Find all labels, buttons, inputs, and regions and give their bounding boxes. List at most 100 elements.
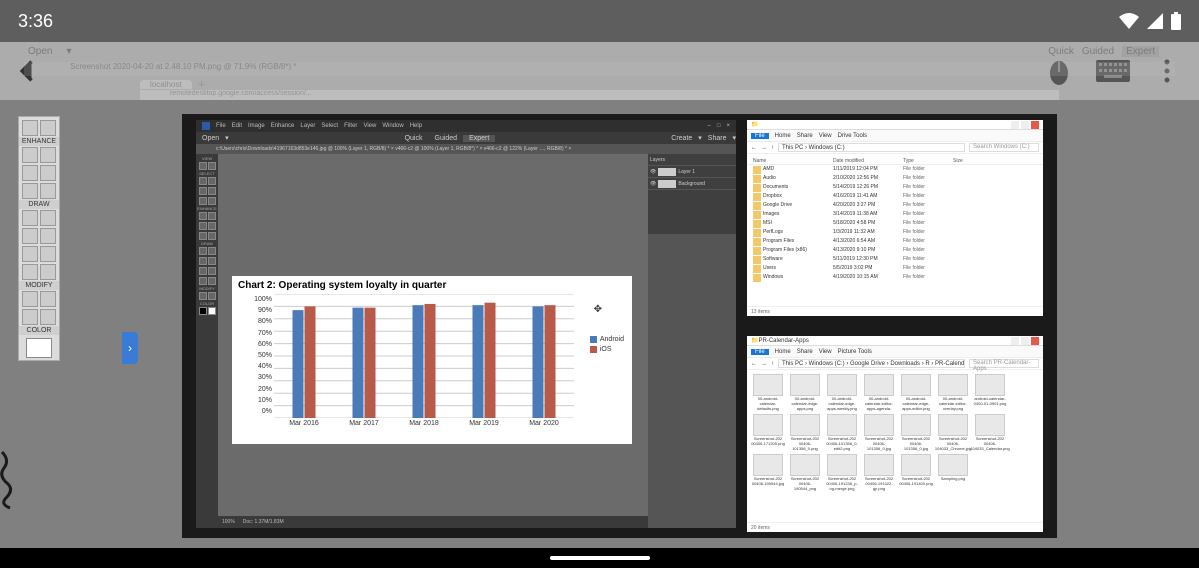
pse-document-tabs[interactable]: c:\Users\chris\Downloads\41967163d853e14…: [196, 144, 736, 154]
list-item[interactable]: Screenshot-202 00406-101356_0-edit2.png: [825, 414, 859, 451]
win-max-icon[interactable]: [1021, 121, 1029, 129]
table-row[interactable]: Users5/5/2019 3:02 PMFile folder: [747, 264, 1043, 273]
ribbon-share[interactable]: Share: [797, 349, 813, 355]
win-close-icon[interactable]: [1031, 121, 1039, 129]
list-item[interactable]: Screenshot-202 00406-191400.png: [899, 454, 933, 491]
table-row[interactable]: Documents5/14/2019 12:26 PMFile folder: [747, 183, 1043, 192]
android-nav-bar[interactable]: [0, 548, 1199, 568]
window-close-icon[interactable]: ×: [726, 123, 730, 129]
nav-fwd-icon[interactable]: →: [761, 145, 767, 151]
table-row[interactable]: PerfLogs1/3/2019 11:32 AMFile folder: [747, 228, 1043, 237]
column-headers[interactable]: Name Date modified Type Size: [747, 158, 1043, 165]
list-item[interactable]: android-calendar-0400-01-0901.png: [973, 374, 1007, 411]
list-item[interactable]: 00-android-calendar-edge-apps-weekly.png: [825, 374, 859, 411]
list-item[interactable]: 00-android-calendar-edge-apps-editor.png: [899, 374, 933, 411]
list-item[interactable]: 00-android-calendar-editor-apps-agenda-w…: [862, 374, 896, 411]
explorer-titlebar[interactable]: 📁: [747, 120, 1043, 130]
explorer-window-bottom[interactable]: 📁 PR-Calendar-Apps File Home Share View …: [747, 336, 1043, 532]
menu-view[interactable]: View: [363, 123, 376, 129]
pse-layers-panel[interactable]: Layers 👁Layer 1 👁Background: [648, 154, 736, 234]
breadcrumb[interactable]: This PC › Windows (C:): [778, 143, 965, 152]
ribbon-file[interactable]: File: [751, 349, 769, 355]
table-row[interactable]: Windows4/19/2020 10:15 AMFile folder: [747, 273, 1043, 282]
ribbon-file[interactable]: File: [751, 133, 769, 139]
table-row[interactable]: AMD1/11/2019 12:04 PMFile folder: [747, 165, 1043, 174]
table-row[interactable]: Software5/11/2019 12:30 PMFile folder: [747, 255, 1043, 264]
expand-chevron-icon[interactable]: ›: [122, 332, 138, 364]
col-size[interactable]: Size: [953, 158, 993, 164]
pse-tool-palette[interactable]: VIEW SELECT ENHANCE DRAW MODIFY COLOR: [196, 154, 218, 528]
ribbon-drivetools[interactable]: Drive Tools: [838, 133, 868, 139]
list-item[interactable]: Screenshot-202 00406-190544.jpg: [751, 454, 785, 491]
layer-bg[interactable]: Background: [678, 181, 705, 187]
col-name[interactable]: Name: [753, 158, 833, 164]
explorer-file-list[interactable]: Name Date modified Type Size AMD1/11/201…: [747, 154, 1043, 306]
list-item[interactable]: Screenshot-202 00406-104033_Calendar.png: [973, 414, 1007, 451]
nav-fwd-icon[interactable]: →: [761, 361, 767, 367]
pse-menubar[interactable]: File Edit Image Enhance Layer Select Fil…: [196, 120, 736, 132]
menu-layer[interactable]: Layer: [300, 123, 315, 129]
outer-tool-palette[interactable]: ENHANCE DRAW MODIFY COLOR: [18, 116, 60, 361]
win-close-icon[interactable]: [1031, 337, 1039, 345]
mouse-icon[interactable]: [1041, 53, 1077, 89]
breadcrumb[interactable]: This PC › Windows (C:) › Google Drive › …: [778, 359, 965, 368]
layer-1[interactable]: Layer 1: [678, 169, 695, 175]
pse-zoom[interactable]: 100%: [222, 519, 235, 525]
menu-window[interactable]: Window: [382, 123, 403, 129]
color-swatch[interactable]: [26, 338, 52, 358]
explorer-ribbon[interactable]: File Home Share View Drive Tools: [747, 130, 1043, 142]
list-item[interactable]: Screenshot-202 00406-101356_0.jpg: [862, 414, 896, 451]
explorer-titlebar[interactable]: 📁 PR-Calendar-Apps: [747, 336, 1043, 346]
ribbon-view[interactable]: View: [819, 349, 832, 355]
keyboard-icon[interactable]: [1095, 53, 1131, 89]
menu-filter[interactable]: Filter: [344, 123, 357, 129]
nav-home-pill[interactable]: [550, 556, 650, 560]
table-row[interactable]: Dropbox4/16/2019 11:41 AMFile folder: [747, 192, 1043, 201]
window-min-icon[interactable]: –: [708, 123, 711, 129]
list-item[interactable]: 00-android-calendar-editor-overlay.png: [936, 374, 970, 411]
menu-help[interactable]: Help: [410, 123, 422, 129]
search-input[interactable]: Search Windows (C:): [969, 143, 1039, 152]
list-item[interactable]: Screenshot-202 00406-101356_0.png: [788, 414, 822, 451]
nav-back-icon[interactable]: ←: [751, 145, 757, 151]
list-item[interactable]: Screenshot-202 00406-104033_Chrome.jpg: [936, 414, 970, 451]
list-item[interactable]: Screenshot-202 00406-191236_p-ng-merge.p…: [825, 454, 859, 491]
window-max-icon[interactable]: □: [717, 123, 721, 129]
search-input[interactable]: Search PR-Calendar-Apps: [969, 359, 1039, 368]
photoshop-elements-window[interactable]: File Edit Image Enhance Layer Select Fil…: [196, 120, 736, 528]
explorer-icon-grid[interactable]: 00-android-calendar-defaults.png00-andro…: [747, 370, 1043, 522]
win-min-icon[interactable]: [1011, 121, 1019, 129]
pse-create-button[interactable]: Create: [665, 135, 698, 142]
list-item[interactable]: Sampling.png: [936, 454, 970, 491]
explorer-window-top[interactable]: 📁 File Home Share View Drive Tools ← → ↑ T…: [747, 120, 1043, 316]
pse-canvas[interactable]: Chart 2: Operating system loyalty in qua…: [218, 154, 648, 516]
pse-share-button[interactable]: Share: [702, 135, 733, 142]
list-item[interactable]: Screenshot-202 00406-190544_png: [788, 454, 822, 491]
explorer-address-bar[interactable]: ← → ↑ This PC › Windows (C:) Search Window…: [747, 142, 1043, 154]
col-date[interactable]: Date modified: [833, 158, 903, 164]
table-row[interactable]: Audio2/10/2020 12:56 PMFile folder: [747, 174, 1043, 183]
nav-up-icon[interactable]: ↑: [771, 145, 774, 151]
menu-file[interactable]: File: [216, 123, 226, 129]
table-row[interactable]: Program Files4/13/2020 6:54 AMFile folde…: [747, 237, 1043, 246]
ribbon-home[interactable]: Home: [775, 133, 791, 139]
table-row[interactable]: Images3/14/2019 11:38 AMFile folder: [747, 210, 1043, 219]
explorer-address-bar[interactable]: ←→↑ This PC › Windows (C:) › Google Driv…: [747, 358, 1043, 370]
menu-enhance[interactable]: Enhance: [271, 123, 295, 129]
pse-mode-expert[interactable]: Expert: [463, 135, 495, 142]
list-item[interactable]: Screenshot-202 00406-191322-gp.png: [862, 454, 896, 491]
remote-screen[interactable]: ENHANCE DRAW MODIFY COLOR › File Edit Im…: [0, 100, 1199, 548]
ribbon-picturetools[interactable]: Picture Tools: [838, 349, 872, 355]
pse-mode-quick[interactable]: Quick: [399, 135, 429, 142]
ribbon-view[interactable]: View: [819, 133, 832, 139]
table-row[interactable]: Program Files (x86)4/13/2020 9:10 PMFile…: [747, 246, 1043, 255]
back-arrow-icon[interactable]: [14, 57, 42, 85]
table-row[interactable]: MSI5/18/2020 4:58 PMFile folder: [747, 219, 1043, 228]
pse-open-button[interactable]: Open: [196, 135, 225, 142]
pse-mode-guided[interactable]: Guided: [429, 135, 464, 142]
list-item[interactable]: Screenshot-202 00406-171205.png: [751, 414, 785, 451]
table-row[interactable]: Google Drive4/20/2020 3:27 PMFile folder: [747, 201, 1043, 210]
overflow-menu-icon[interactable]: [1149, 53, 1185, 89]
list-item[interactable]: 00-android-calendar-edge-apps.png: [788, 374, 822, 411]
explorer-ribbon[interactable]: File Home Share View Picture Tools: [747, 346, 1043, 358]
